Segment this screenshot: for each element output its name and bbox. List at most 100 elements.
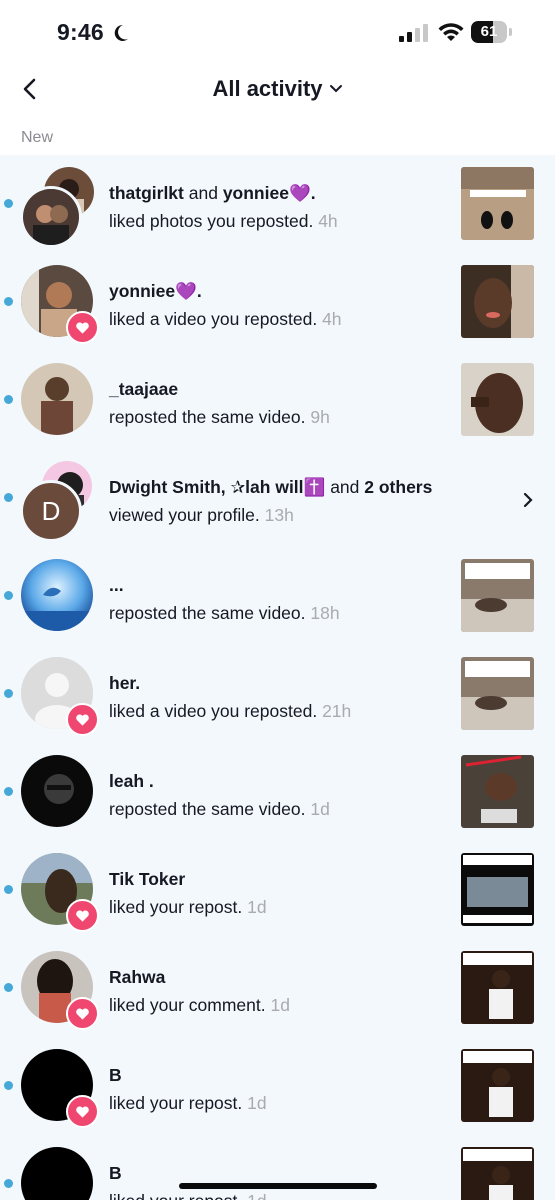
- post-thumbnail[interactable]: [461, 167, 534, 240]
- activity-description: liked photos you reposted. 4h: [109, 211, 338, 231]
- post-thumbnail[interactable]: [461, 363, 534, 436]
- avatar[interactable]: [21, 363, 93, 435]
- activity-description: liked a video you reposted. 21h: [109, 701, 352, 721]
- post-thumbnail[interactable]: [461, 265, 534, 338]
- unread-dot: [4, 689, 13, 698]
- activity-row[interactable]: Rahwa liked your comment. 1d: [0, 939, 555, 1037]
- post-thumbnail[interactable]: [461, 1049, 534, 1122]
- page-title: All activity: [212, 76, 323, 101]
- activity-description: reposted the same video. 9h: [109, 407, 330, 427]
- unread-dot: [4, 885, 13, 894]
- timestamp: 21h: [322, 701, 352, 721]
- username[interactable]: Dwight Smith, ✰lah will✝️ and 2 others: [109, 475, 509, 499]
- username[interactable]: Rahwa: [109, 965, 439, 989]
- chevron-right-icon[interactable]: [521, 492, 535, 508]
- cellular-signal-icon: [399, 24, 428, 42]
- heart-badge-icon: [66, 899, 99, 932]
- activity-filter-dropdown[interactable]: All activity: [0, 74, 555, 104]
- activity-text: yonniee💜. liked a video you reposted. 4h: [109, 279, 439, 331]
- activity-feed[interactable]: thatgirlkt and yonniee💜. liked photos yo…: [0, 155, 555, 1200]
- activity-text: thatgirlkt and yonniee💜. liked photos yo…: [109, 181, 439, 233]
- activity-row[interactable]: thatgirlkt and yonniee💜. liked photos yo…: [0, 155, 555, 253]
- activity-text: her. liked a video you reposted. 21h: [109, 671, 439, 723]
- timestamp: 1d: [310, 799, 330, 819]
- activity-description: reposted the same video. 1d: [109, 799, 330, 819]
- activity-text: Dwight Smith, ✰lah will✝️ and 2 others v…: [109, 475, 509, 527]
- unread-dot: [4, 297, 13, 306]
- timestamp: 4h: [322, 309, 342, 329]
- unread-dot: [4, 199, 13, 208]
- activity-row[interactable]: ... reposted the same video. 18h: [0, 547, 555, 645]
- avatar-letter: D: [41, 495, 61, 526]
- username[interactable]: B: [109, 1063, 439, 1087]
- activity-description: viewed your profile. 13h: [109, 505, 294, 525]
- status-time-text: 9:46: [57, 19, 104, 45]
- timestamp: 1d: [270, 995, 290, 1015]
- post-thumbnail[interactable]: [461, 853, 534, 926]
- unread-dot: [4, 493, 13, 502]
- heart-badge-icon: [66, 997, 99, 1030]
- activity-text: leah . reposted the same video. 1d: [109, 769, 439, 821]
- username[interactable]: her.: [109, 671, 439, 695]
- activity-row[interactable]: yonniee💜. liked a video you reposted. 4h: [0, 253, 555, 351]
- activity-row[interactable]: _taajaae reposted the same video. 9h: [0, 351, 555, 449]
- post-thumbnail[interactable]: [461, 755, 534, 828]
- unread-dot: [4, 395, 13, 404]
- activity-description: liked your repost. 1d: [109, 1093, 267, 1113]
- timestamp: 1d: [247, 1093, 267, 1113]
- unread-dot: [4, 591, 13, 600]
- activity-row[interactable]: D Dwight Smith, ✰lah will✝️ and 2 others…: [0, 449, 555, 547]
- activity-row[interactable]: Tik Toker liked your repost. 1d: [0, 841, 555, 939]
- timestamp: 9h: [310, 407, 330, 427]
- status-time: 9:46: [57, 19, 130, 46]
- username[interactable]: B: [109, 1161, 439, 1185]
- activity-text: Tik Toker liked your repost. 1d: [109, 867, 439, 919]
- post-thumbnail[interactable]: [461, 951, 534, 1024]
- activity-row[interactable]: B liked your repost. 1d: [0, 1037, 555, 1135]
- unread-dot: [4, 787, 13, 796]
- unread-dot: [4, 983, 13, 992]
- activity-description: liked your comment. 1d: [109, 995, 290, 1015]
- username[interactable]: leah .: [109, 769, 439, 793]
- status-bar: 9:46 61: [0, 0, 555, 64]
- battery-level: 61: [480, 23, 498, 40]
- activity-row[interactable]: her. liked a video you reposted. 21h: [0, 645, 555, 743]
- unread-dot: [4, 1179, 13, 1188]
- home-indicator[interactable]: [179, 1183, 377, 1189]
- username[interactable]: yonniee💜.: [109, 279, 439, 303]
- avatar[interactable]: [21, 559, 93, 631]
- heart-badge-icon: [66, 311, 99, 344]
- activity-text: ... reposted the same video. 18h: [109, 573, 439, 625]
- activity-row[interactable]: B liked your repost. 1d: [0, 1135, 555, 1200]
- timestamp: 1d: [247, 897, 267, 917]
- timestamp: 1d: [247, 1191, 266, 1200]
- activity-description: reposted the same video. 18h: [109, 603, 340, 623]
- avatar[interactable]: [21, 755, 93, 827]
- avatar[interactable]: [21, 1147, 93, 1200]
- heart-badge-icon: [66, 1095, 99, 1128]
- activity-text: _taajaae reposted the same video. 9h: [109, 377, 439, 429]
- activity-description: liked your repost. 1d: [109, 897, 267, 917]
- battery-icon: 61: [471, 21, 513, 43]
- chevron-down-icon: [329, 85, 342, 93]
- username[interactable]: _taajaae: [109, 377, 439, 401]
- section-label-new: New: [21, 129, 54, 146]
- timestamp: 18h: [310, 603, 340, 623]
- avatar-initial[interactable]: D: [20, 480, 82, 542]
- post-thumbnail[interactable]: [461, 657, 534, 730]
- unread-dot: [4, 1081, 13, 1090]
- activity-text: B liked your repost. 1d: [109, 1063, 439, 1115]
- activity-description: liked a video you reposted. 4h: [109, 309, 342, 329]
- username[interactable]: Tik Toker: [109, 867, 439, 891]
- activity-text: Rahwa liked your comment. 1d: [109, 965, 439, 1017]
- activity-row[interactable]: leah . reposted the same video. 1d: [0, 743, 555, 841]
- post-thumbnail[interactable]: [461, 1147, 534, 1200]
- avatar[interactable]: [20, 186, 82, 248]
- username[interactable]: thatgirlkt and yonniee💜.: [109, 181, 439, 205]
- post-thumbnail[interactable]: [461, 559, 534, 632]
- moon-icon: [114, 24, 128, 41]
- username[interactable]: ...: [109, 573, 439, 597]
- timestamp: 4h: [318, 211, 338, 231]
- activity-description: liked your repost. 1d: [109, 1189, 439, 1200]
- timestamp: 13h: [264, 505, 294, 525]
